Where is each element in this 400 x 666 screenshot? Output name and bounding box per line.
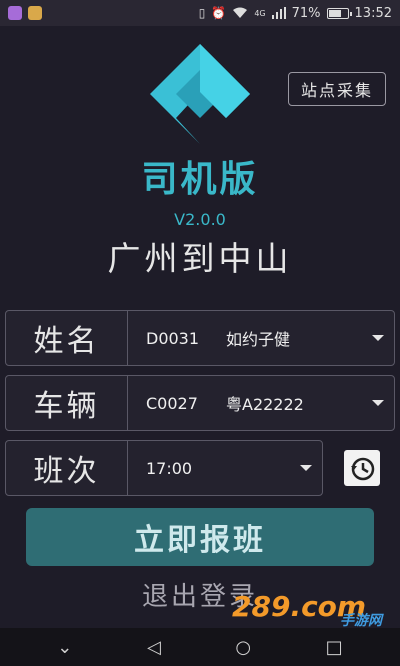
notification-icon-2 xyxy=(28,6,42,20)
vehicle-code: C0027 xyxy=(146,393,198,413)
dropdown-caret-icon[interactable] xyxy=(372,400,384,406)
driver-name: 如约子健 xyxy=(226,330,291,349)
home-icon[interactable]: ○ xyxy=(235,637,251,658)
shift-time: 17:00 xyxy=(146,458,193,478)
vehicle-row: 车辆 C0027 粤A22222 xyxy=(5,375,395,431)
vehicle-plate: 粤A22222 xyxy=(226,395,304,414)
dropdown-caret-icon[interactable] xyxy=(300,465,312,471)
system-nav-bar: ⌄ ◁ ○ □ xyxy=(0,628,400,666)
notification-icon xyxy=(8,6,22,20)
station-collect-button[interactable]: 站点采集 xyxy=(288,72,386,106)
back-icon[interactable]: ◁ xyxy=(147,637,161,658)
driver-label: 姓名 xyxy=(6,311,128,365)
wifi-icon xyxy=(233,7,248,18)
vehicle-select[interactable]: C0027 粤A22222 xyxy=(128,376,394,430)
signal-icon xyxy=(271,7,286,19)
menu-chevron-icon[interactable]: ⌄ xyxy=(57,637,72,658)
version-label: V2.0.0 xyxy=(174,210,226,229)
route-title: 广州到中山 xyxy=(107,239,293,278)
driver-row: 姓名 D0031 如约子健 xyxy=(5,310,395,366)
recents-icon[interactable]: □ xyxy=(326,637,343,658)
status-bar: ▯ ⏰ 4G 71% 13:52 xyxy=(0,0,400,26)
logo-icon xyxy=(150,44,250,144)
driver-code: D0031 xyxy=(146,328,200,348)
history-icon xyxy=(351,457,375,481)
battery-percent: 71% xyxy=(291,5,321,21)
shift-label: 班次 xyxy=(6,441,128,495)
battery-icon xyxy=(326,7,352,19)
vibrate-icon: ▯ xyxy=(198,6,206,20)
shift-row: 班次 17:00 xyxy=(5,440,323,496)
vehicle-label: 车辆 xyxy=(6,376,128,430)
watermark-sub: 手游网 xyxy=(340,613,382,629)
alarm-icon: ⏰ xyxy=(211,6,227,20)
battery-fill xyxy=(328,9,341,17)
history-button[interactable] xyxy=(344,450,380,486)
shift-select[interactable]: 17:00 xyxy=(128,441,322,495)
clock: 13:52 xyxy=(354,5,392,21)
report-shift-button[interactable]: 立即报班 xyxy=(26,508,374,566)
network-type: 4G xyxy=(254,8,266,18)
watermark-logo: 289.com 手游网 xyxy=(232,590,382,629)
dropdown-caret-icon[interactable] xyxy=(372,335,384,341)
driver-select[interactable]: D0031 如约子健 xyxy=(128,311,394,365)
app-title: 司机版 xyxy=(141,159,259,200)
